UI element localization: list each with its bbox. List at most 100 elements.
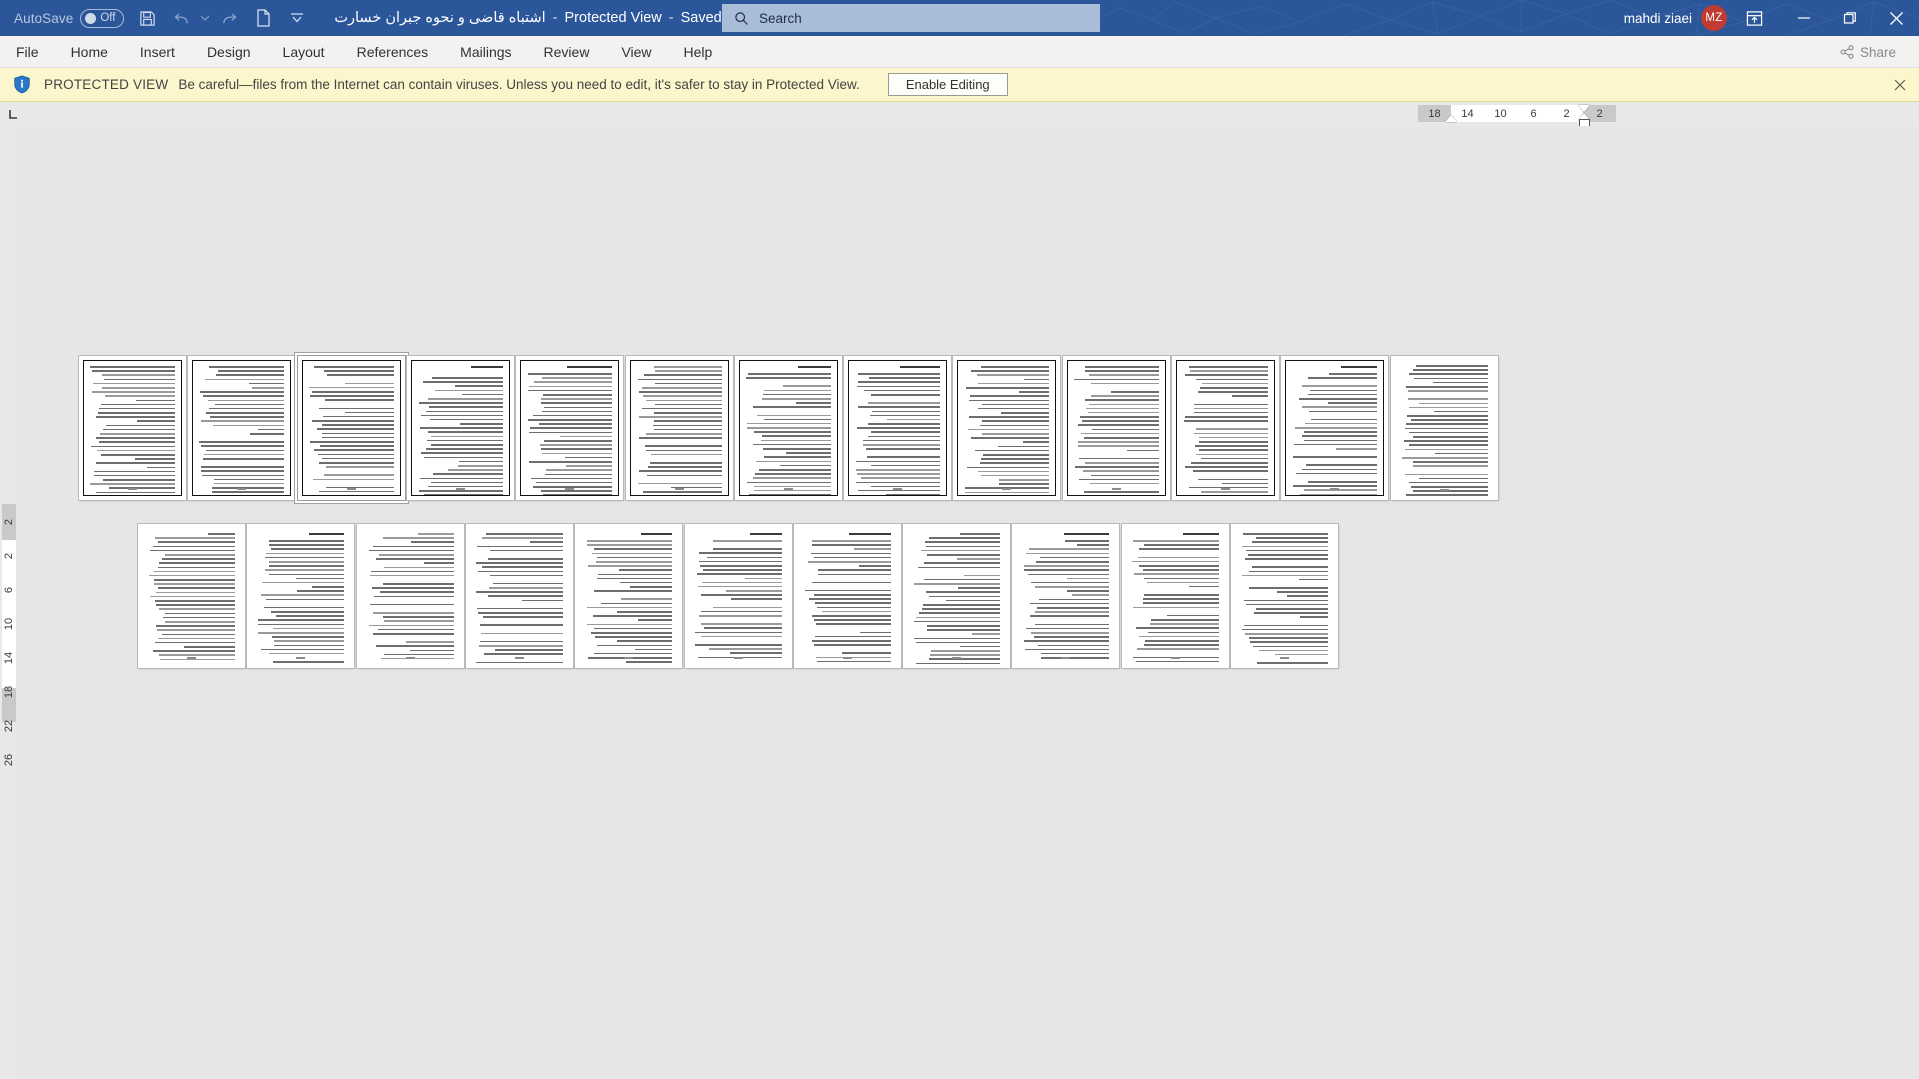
page-thumbnail[interactable] [247, 524, 355, 668]
page-thumbnail[interactable] [734, 356, 842, 500]
user-name[interactable]: mahdi ziaei [1624, 11, 1692, 26]
text-line [1198, 478, 1268, 481]
text-line [1195, 378, 1268, 381]
text-line [595, 560, 673, 563]
tab-help[interactable]: Help [668, 36, 729, 68]
tab-insert[interactable]: Insert [124, 36, 191, 68]
page-thumbnail[interactable] [1172, 356, 1279, 500]
text-line [459, 460, 503, 463]
page-thumbnail[interactable] [575, 524, 683, 668]
text-line [528, 460, 613, 463]
text-line [419, 490, 503, 492]
text-line [1035, 560, 1110, 563]
text-line [1308, 480, 1378, 483]
page-thumbnail[interactable] [1062, 356, 1170, 500]
ribbon-display-options-icon[interactable] [1727, 0, 1781, 36]
page-thumbnail[interactable] [465, 524, 573, 668]
text-line [979, 462, 1050, 464]
text-line [529, 385, 613, 388]
text-line [1024, 569, 1110, 571]
avatar[interactable]: MZ [1701, 5, 1727, 31]
text-line [811, 540, 891, 542]
undo-icon[interactable] [164, 3, 198, 33]
share-button[interactable]: Share [1829, 40, 1907, 64]
customize-quick-access-icon[interactable] [280, 3, 314, 33]
text-line [156, 591, 235, 594]
text-line [565, 456, 613, 459]
page-thumbnail[interactable] [1231, 524, 1338, 668]
text-line [814, 556, 891, 559]
page-thumbnail[interactable] [625, 356, 733, 500]
page-thumbnail[interactable] [1281, 356, 1389, 500]
text-line [701, 635, 782, 638]
text-line [1306, 464, 1378, 466]
tab-references[interactable]: References [341, 36, 445, 68]
redo-icon[interactable] [212, 3, 246, 33]
page-thumbnail[interactable] [356, 524, 464, 668]
tab-review[interactable]: Review [528, 36, 606, 68]
text-line [544, 406, 613, 409]
text-line [153, 570, 235, 573]
text-line [492, 582, 563, 585]
tab-mailings[interactable]: Mailings [444, 36, 527, 68]
page-thumbnail[interactable] [79, 356, 186, 500]
text-line [264, 556, 345, 559]
text-line [746, 422, 831, 425]
hanging-indent-marker[interactable] [1578, 105, 1590, 112]
page-content [360, 528, 460, 664]
text-line [1409, 481, 1488, 484]
page-thumbnail[interactable] [1012, 524, 1120, 668]
text-line [1246, 603, 1328, 606]
text-line [1413, 369, 1488, 371]
text-line [382, 616, 454, 618]
text-line [859, 565, 891, 567]
text-line [324, 370, 394, 372]
tab-layout[interactable]: Layout [267, 36, 341, 68]
text-line [593, 615, 673, 617]
autosave-switch[interactable]: Off [80, 8, 125, 28]
text-line [1295, 472, 1378, 475]
save-icon[interactable] [130, 3, 164, 33]
new-document-icon[interactable] [246, 3, 280, 33]
page-thumbnail[interactable] [684, 524, 792, 668]
text-line [1029, 602, 1110, 605]
undo-dropdown-icon[interactable] [198, 3, 212, 33]
pages-container[interactable] [0, 126, 1919, 1079]
enable-editing-button[interactable]: Enable Editing [887, 73, 1008, 96]
restore-icon[interactable] [1827, 0, 1873, 36]
page-thumbnail[interactable] [138, 524, 245, 668]
text-line [208, 533, 235, 535]
page-thumbnail[interactable] [1390, 356, 1498, 500]
page-thumbnail[interactable] [1121, 524, 1229, 668]
page-thumbnail[interactable] [903, 524, 1011, 668]
text-line [297, 590, 345, 592]
page-thumbnail[interactable] [953, 356, 1061, 500]
page-number-mark [412, 488, 509, 490]
text-line [817, 569, 891, 571]
page-thumbnail[interactable] [406, 356, 514, 500]
text-line [926, 591, 1001, 594]
tab-view[interactable]: View [605, 36, 667, 68]
minimize-icon[interactable] [1781, 0, 1827, 36]
first-line-indent-marker[interactable] [1445, 115, 1457, 122]
tab-file[interactable]: File [0, 36, 55, 68]
page-thumbnail[interactable] [188, 356, 296, 500]
page-thumbnail[interactable] [516, 356, 624, 500]
text-line [654, 403, 722, 406]
page-thumbnail[interactable] [844, 356, 952, 500]
autosave-toggle[interactable]: AutoSave Off [8, 4, 130, 32]
tab-design[interactable]: Design [191, 36, 267, 68]
page-thumbnail[interactable] [297, 356, 405, 500]
text-line [487, 557, 563, 560]
close-icon[interactable] [1873, 0, 1919, 36]
text-line [653, 366, 722, 368]
document-workspace[interactable]: 2 2 6 10 14 18 22 26 [0, 126, 1919, 1079]
text-line [750, 533, 782, 535]
tab-home[interactable]: Home [55, 36, 124, 68]
close-icon[interactable] [1891, 76, 1909, 94]
text-line [1144, 639, 1219, 642]
page-thumbnail[interactable] [793, 524, 901, 668]
tab-stop-left-icon[interactable] [4, 104, 24, 124]
search-input[interactable]: Search [722, 4, 1100, 32]
horizontal-ruler[interactable]: 18 14 10 6 2 2 [1418, 105, 1616, 128]
